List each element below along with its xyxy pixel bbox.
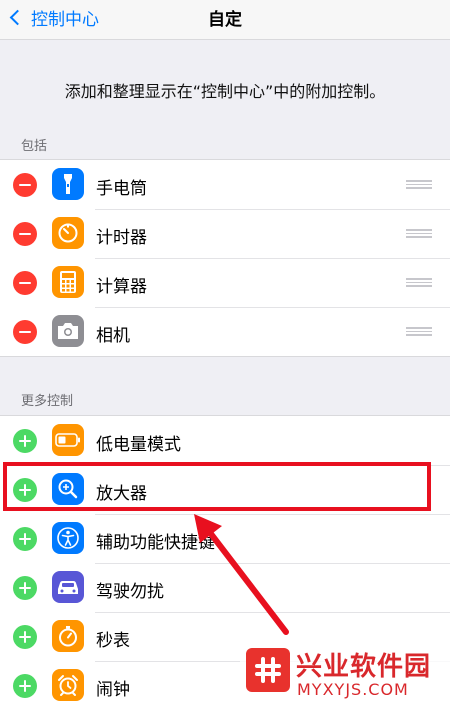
watermark: 兴业软件园 MYXYJS.COM: [240, 640, 450, 704]
watermark-domain: MYXYJS.COM: [297, 680, 409, 699]
watermark-title: 兴业软件园: [296, 652, 432, 682]
watermark-logo-icon: [246, 648, 290, 692]
annotation-arrow: [194, 514, 289, 635]
